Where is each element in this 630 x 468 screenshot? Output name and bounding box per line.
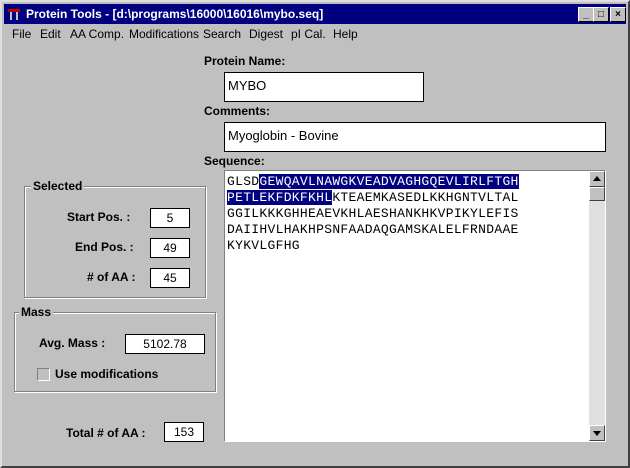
use-modifications-checkbox[interactable] (37, 368, 50, 381)
protein-name-field[interactable]: MYBO (224, 72, 424, 102)
scroll-up-button[interactable] (589, 171, 605, 187)
sequence-line: GGILKKKGHHEAEVKHLAESHANKHKVPIKYLEFIS (227, 206, 519, 222)
comments-field[interactable]: Myoglobin - Bovine (224, 122, 606, 152)
avg-mass-field[interactable]: 5102.78 (125, 334, 205, 354)
sequence-segment: GGILKKKGHHEAEVKHLAESHANKHKVPIKYLEFIS (227, 206, 519, 221)
use-modifications-label[interactable]: Use modifications (55, 367, 158, 381)
avg-mass-label: Avg. Mass : (39, 336, 106, 350)
sequence-segment: KTEAEMKASEDLKKHGNTVLTAL (332, 190, 519, 205)
scroll-thumb[interactable] (589, 187, 605, 201)
sequence-line: KYKVLGFHG (227, 238, 519, 254)
protein-name-value: MYBO (228, 78, 267, 93)
mass-group-title: Mass (19, 305, 54, 319)
title-bar[interactable]: Protein Tools - [d:\programs\16000\16016… (4, 4, 626, 24)
menu-digest[interactable]: Digest (249, 27, 283, 41)
selected-group: Selected Start Pos. : 5 End Pos. : 49 # … (24, 179, 206, 298)
close-button[interactable]: × (610, 7, 626, 22)
scroll-down-button[interactable] (589, 425, 605, 441)
start-pos-label: Start Pos. : (67, 210, 131, 224)
total-aa-field[interactable]: 153 (164, 422, 204, 442)
window-title: Protein Tools - [d:\programs\16000\16016… (26, 7, 324, 21)
protein-name-label: Protein Name: (204, 54, 286, 68)
sequence-scrollbar[interactable] (589, 171, 605, 441)
menu-search[interactable]: Search (203, 27, 241, 41)
sequence-line: GLSDGEWQAVLNAWGKVEADVAGHGQEVLIRLFTGH (227, 174, 519, 190)
menu-modifications[interactable]: Modifications (129, 27, 199, 41)
aa-count-label: # of AA : (87, 270, 136, 284)
mass-group: Mass Avg. Mass : 5102.78 Use modificatio… (14, 305, 216, 392)
menu-edit[interactable]: Edit (40, 27, 61, 41)
app-window: Protein Tools - [d:\programs\16000\16016… (0, 0, 630, 468)
sequence-label: Sequence: (204, 154, 265, 168)
menu-help[interactable]: Help (333, 27, 358, 41)
total-aa-label: Total # of AA : (66, 426, 146, 440)
menu-aa-comp[interactable]: AA Comp. (70, 27, 124, 41)
minimize-button[interactable]: _ (578, 7, 594, 22)
start-pos-field[interactable]: 5 (150, 208, 190, 228)
sequence-line: DAIIHVLHAKHPSNFAADAQGAMSKALELFRNDAAE (227, 222, 519, 238)
sequence-segment: GLSD (227, 174, 260, 189)
sequence-segment: DAIIHVLHAKHPSNFAADAQGAMSKALELFRNDAAE (227, 222, 519, 237)
down-arrow-icon (593, 431, 601, 436)
up-arrow-icon (593, 176, 601, 181)
menu-file[interactable]: File (12, 27, 31, 41)
sequence-selection: PETLEKFDKFKHL (227, 190, 333, 205)
comments-value: Myoglobin - Bovine (228, 128, 339, 143)
maximize-button[interactable]: □ (593, 7, 609, 22)
end-pos-label: End Pos. : (75, 240, 134, 254)
comments-label: Comments: (204, 104, 271, 118)
sequence-selection: GEWQAVLNAWGKVEADVAGHGQEVLIRLFTGH (259, 174, 519, 189)
menu-bar: File Edit AA Comp. Modifications Search … (4, 25, 626, 43)
app-icon[interactable] (7, 7, 21, 21)
sequence-line: PETLEKFDKFKHLKTEAEMKASEDLKKHGNTVLTAL (227, 190, 519, 206)
selected-group-title: Selected (31, 179, 85, 193)
sequence-text[interactable]: GLSDGEWQAVLNAWGKVEADVAGHGQEVLIRLFTGH PETL… (227, 174, 519, 254)
sequence-segment: KYKVLGFHG (227, 238, 300, 253)
end-pos-field[interactable]: 49 (150, 238, 190, 258)
aa-count-field[interactable]: 45 (150, 268, 190, 288)
sequence-textbox[interactable]: GLSDGEWQAVLNAWGKVEADVAGHGQEVLIRLFTGH PETL… (224, 170, 606, 442)
menu-pi-cal[interactable]: pI Cal. (291, 27, 326, 41)
